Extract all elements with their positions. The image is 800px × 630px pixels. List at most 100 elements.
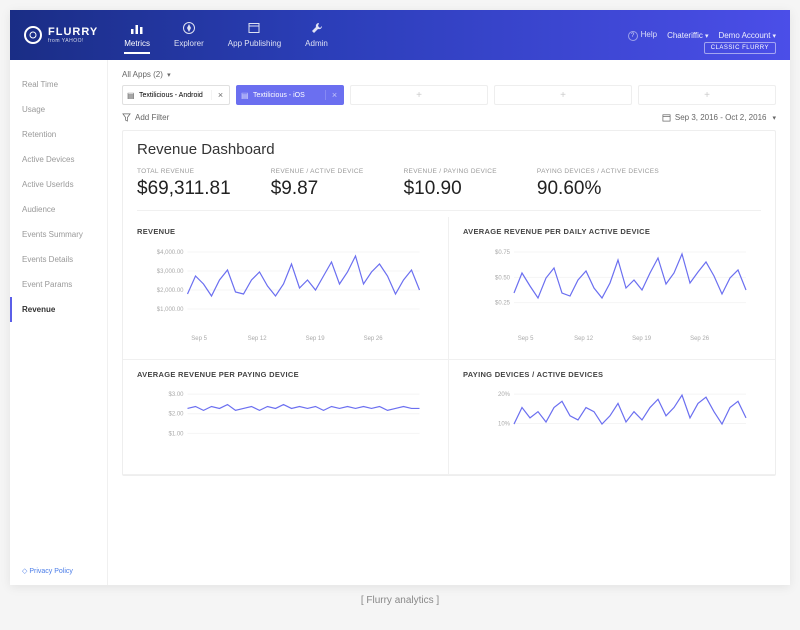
main-content: All Apps (2) ▾ ▤Textilicious - Android×▤… bbox=[108, 60, 790, 585]
svg-text:Sep 12: Sep 12 bbox=[248, 336, 268, 342]
chart-card: REVENUE $1,000.00 $2,000.00 $3,000.00 $4,000… bbox=[123, 217, 449, 360]
account-select[interactable]: Demo Account▾ bbox=[718, 31, 776, 40]
svg-text:$2.00: $2.00 bbox=[168, 412, 184, 418]
help-link[interactable]: ?Help bbox=[628, 30, 657, 41]
chart-title: PAYING DEVICES / ACTIVE DEVICES bbox=[463, 370, 761, 379]
sidebar-item-retention[interactable]: Retention bbox=[10, 122, 107, 147]
kpi: PAYING DEVICES / ACTIVE DEVICES90.60% bbox=[537, 168, 659, 200]
chevron-down-icon: ▾ bbox=[772, 114, 776, 122]
svg-text:$0.75: $0.75 bbox=[495, 250, 511, 256]
chart-card: AVERAGE REVENUE PER DAILY ACTIVE DEVICE $… bbox=[449, 217, 775, 360]
user-name: Chateriffic bbox=[667, 31, 703, 40]
filter-icon bbox=[122, 113, 131, 122]
top-nav: Metrics Explorer App Publishing Admin bbox=[124, 17, 328, 54]
wrench-icon bbox=[310, 21, 324, 37]
user-select[interactable]: Chateriffic▾ bbox=[667, 31, 708, 40]
sidebar-item-audience[interactable]: Audience bbox=[10, 197, 107, 222]
chart-title: AVERAGE REVENUE PER DAILY ACTIVE DEVICE bbox=[463, 227, 761, 236]
dashboard-panel: Revenue Dashboard TOTAL REVENUE$69,311.8… bbox=[122, 130, 776, 476]
svg-text:Sep 19: Sep 19 bbox=[306, 336, 326, 342]
chevron-down-icon: ▾ bbox=[772, 33, 776, 40]
svg-text:Sep 26: Sep 26 bbox=[690, 336, 710, 342]
chart-title: REVENUE bbox=[137, 227, 434, 236]
svg-text:$3,000.00: $3,000.00 bbox=[157, 269, 184, 275]
svg-text:$2,000.00: $2,000.00 bbox=[157, 288, 184, 294]
svg-text:$4,000.00: $4,000.00 bbox=[157, 250, 184, 256]
chevron-down-icon: ▾ bbox=[167, 72, 171, 79]
apps-label: All Apps bbox=[122, 70, 151, 79]
classic-flurry-button[interactable]: CLASSIC FLURRY bbox=[704, 42, 776, 54]
compass-icon bbox=[182, 21, 196, 37]
chart-plot: $1.00$2.00$3.00 bbox=[137, 387, 434, 459]
help-label: Help bbox=[641, 30, 657, 39]
tab-label: Textilicious - iOS bbox=[249, 92, 325, 99]
nav-label: Admin bbox=[305, 39, 328, 48]
svg-text:$0.25: $0.25 bbox=[495, 301, 511, 307]
add-app-button[interactable]: + bbox=[638, 85, 776, 105]
apps-count: (2) bbox=[153, 70, 163, 79]
chart-plot: $0.25$0.50$0.75Sep 5Sep 12Sep 19Sep 26 bbox=[463, 244, 761, 344]
app-icon: ▤ bbox=[237, 91, 249, 100]
add-filter-label: Add Filter bbox=[135, 113, 169, 122]
chart-card: AVERAGE REVENUE PER PAYING DEVICE$1.00$2… bbox=[123, 360, 449, 475]
kpi-value: $9.87 bbox=[271, 178, 364, 200]
kpi: REVENUE / ACTIVE DEVICE $9.87 bbox=[271, 168, 364, 200]
add-filter-button[interactable]: Add Filter bbox=[122, 113, 169, 122]
help-icon: ? bbox=[628, 31, 638, 41]
svg-text:$1.00: $1.00 bbox=[168, 431, 184, 437]
kpi-label: TOTAL REVENUE bbox=[137, 168, 231, 175]
chevron-down-icon: ▾ bbox=[705, 33, 709, 40]
kpi-label: REVENUE / PAYING DEVICE bbox=[404, 168, 497, 175]
sidebar-item-revenue[interactable]: Revenue bbox=[10, 297, 107, 322]
app-tab[interactable]: ▤Textilicious - Android× bbox=[122, 85, 230, 105]
svg-text:$1,000.00: $1,000.00 bbox=[157, 307, 184, 313]
kpi: REVENUE / PAYING DEVICE $10.90 bbox=[404, 168, 497, 200]
app-tab[interactable]: ▤Textilicious - iOS× bbox=[236, 85, 344, 105]
all-apps-dropdown[interactable]: All Apps (2) ▾ bbox=[122, 70, 171, 79]
kpi-label: PAYING DEVICES / ACTIVE DEVICES bbox=[537, 168, 659, 175]
app-icon: ▤ bbox=[123, 91, 135, 100]
account-name: Demo Account bbox=[718, 31, 770, 40]
logo-text: FLURRY bbox=[48, 26, 98, 38]
chart-plot: $1,000.00 $2,000.00 $3,000.00 $4,000.00 Sep … bbox=[137, 244, 434, 344]
sidebar-item-events-summary[interactable]: Events Summary bbox=[10, 222, 107, 247]
tab-label: Textilicious - Android bbox=[135, 92, 211, 99]
kpi-label: REVENUE / ACTIVE DEVICE bbox=[271, 168, 364, 175]
flurry-logo[interactable]: FLURRY from YAHOO! bbox=[24, 26, 98, 44]
image-caption: [ Flurry analytics ] bbox=[0, 595, 800, 606]
nav-app-publishing[interactable]: App Publishing bbox=[228, 17, 281, 54]
dashboard-title: Revenue Dashboard bbox=[137, 141, 761, 158]
sidebar-item-usage[interactable]: Usage bbox=[10, 97, 107, 122]
svg-text:$0.50: $0.50 bbox=[495, 275, 511, 281]
logo-icon bbox=[24, 26, 42, 44]
sidebar: Real TimeUsageRetentionActive DevicesAct… bbox=[10, 60, 108, 585]
nav-metrics[interactable]: Metrics bbox=[124, 17, 150, 54]
nav-admin[interactable]: Admin bbox=[305, 17, 328, 54]
kpi-value: $10.90 bbox=[404, 178, 497, 200]
sidebar-item-event-params[interactable]: Event Params bbox=[10, 272, 107, 297]
nav-label: App Publishing bbox=[228, 39, 281, 48]
sidebar-item-real-time[interactable]: Real Time bbox=[10, 72, 107, 97]
sidebar-item-events-details[interactable]: Events Details bbox=[10, 247, 107, 272]
logo-subtext: from YAHOO! bbox=[48, 38, 98, 44]
close-icon[interactable]: × bbox=[211, 90, 229, 100]
close-icon[interactable]: × bbox=[325, 90, 343, 100]
svg-text:10%: 10% bbox=[498, 422, 511, 428]
sidebar-item-active-devices[interactable]: Active Devices bbox=[10, 147, 107, 172]
add-app-button[interactable]: + bbox=[494, 85, 632, 105]
svg-text:Sep 12: Sep 12 bbox=[574, 336, 594, 342]
calendar-icon bbox=[662, 113, 671, 122]
kpi: TOTAL REVENUE$69,311.81 bbox=[137, 168, 231, 200]
svg-text:Sep 5: Sep 5 bbox=[191, 336, 207, 342]
chart-card: PAYING DEVICES / ACTIVE DEVICES 10%20% bbox=[449, 360, 775, 475]
add-app-button[interactable]: + bbox=[350, 85, 488, 105]
svg-text:Sep 5: Sep 5 bbox=[518, 336, 534, 342]
sidebar-item-active-userids[interactable]: Active UserIds bbox=[10, 172, 107, 197]
window-icon bbox=[247, 21, 261, 37]
date-range-text: Sep 3, 2016 - Oct 2, 2016 bbox=[675, 113, 767, 122]
svg-text:Sep 26: Sep 26 bbox=[364, 336, 384, 342]
privacy-policy-link[interactable]: ◇ Privacy Policy bbox=[10, 557, 107, 585]
date-range-picker[interactable]: Sep 3, 2016 - Oct 2, 2016 ▾ bbox=[662, 113, 776, 122]
nav-explorer[interactable]: Explorer bbox=[174, 17, 204, 54]
chart-plot: 10%20% bbox=[463, 387, 761, 459]
